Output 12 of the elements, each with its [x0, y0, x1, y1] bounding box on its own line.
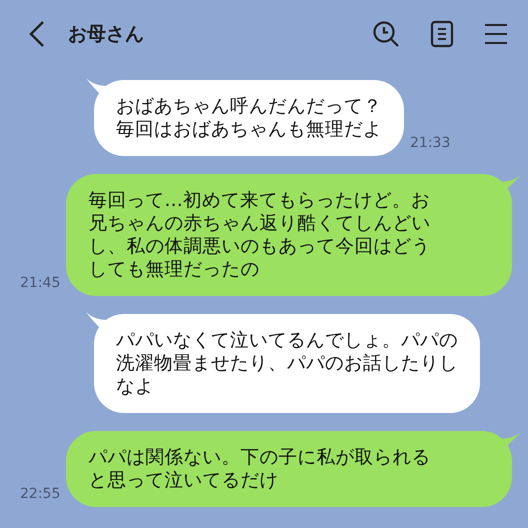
chat-title: お母さん	[68, 22, 144, 47]
message-time: 22:55	[20, 485, 60, 504]
message-text: おばあちゃん呼んだんだって？ 毎回はおばあちゃんも無理だよ	[116, 95, 382, 141]
menu-icon[interactable]	[484, 22, 508, 46]
message-text: パパは関係ない。下の子に私が取られる と思って泣いてるだけ	[88, 446, 432, 492]
notes-icon[interactable]	[430, 20, 454, 48]
message-text: 毎回って…初めて来てもらったけど。お 兄ちゃんの赤ちゃん返り酷くてしんどい し、私の体調悪いのもあって今回はどう しても無理だったの	[88, 189, 432, 281]
message-time: 21:45	[20, 274, 60, 293]
search-icon[interactable]	[372, 20, 400, 48]
message-time: 21:33	[410, 134, 450, 153]
back-button[interactable]	[28, 20, 46, 48]
message-text: パパいなくて泣いてるんでしょ。パパの 洗濯物畳ませたり、パパのお話したりし なよ	[116, 329, 458, 398]
